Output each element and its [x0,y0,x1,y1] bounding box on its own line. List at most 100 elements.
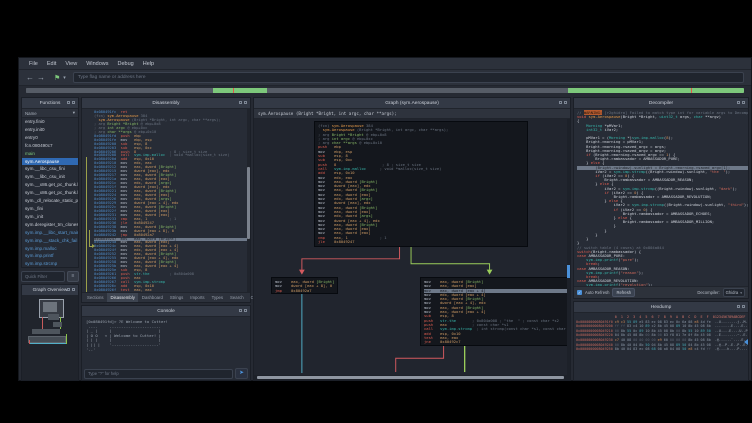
navigation-bar[interactable] [26,88,744,93]
function-item[interactable]: sym.imp.printf [22,252,78,260]
navbar-segment[interactable] [568,88,744,93]
graph-overview-panel: Graph Overview [21,284,79,381]
tab-types[interactable]: Types [209,293,226,302]
function-item[interactable]: sym.Aerospause [22,158,78,166]
function-item[interactable]: sym._dl_relocate_static_pie [22,197,78,205]
hexdump-row[interactable]: 0x0000000008049250 8b 40 04 83 ec 08 68 … [576,347,747,352]
decompiler-lines: // WARNING: [r2ghidra] Failed to match t… [577,111,748,286]
function-item[interactable]: sym.imp.__libc_start_main [22,229,78,237]
function-item[interactable]: fcn.080490c7 [22,142,78,150]
disassembly-panel-header: Disassembly [82,98,250,109]
function-item[interactable]: sym.__libc_csu_fini [22,165,78,173]
tab-dashboard[interactable]: Dashboard [139,293,166,302]
search-placeholder: Type flag name or address here [78,75,146,80]
popout-icon[interactable] [559,101,562,104]
scrollbar-thumb[interactable] [247,167,250,239]
menu-file[interactable]: File [29,61,38,67]
chevron-down-icon[interactable]: ▾ [63,75,66,81]
decompiler-view: // WARNING: [r2ghidra] Failed to match t… [574,109,748,286]
filter-options-button[interactable]: ≡ [67,271,79,282]
hexdump-rows: 0 1 2 3 4 5 6 7 8 9 A B C D E F 01234567… [576,315,747,352]
graph-node-false-branch[interactable]: mov eax, dword [Bright]mov eax, dword [e… [420,277,570,346]
tab-strings[interactable]: Strings [167,293,186,302]
function-item[interactable]: entry.init0 [22,126,78,134]
popout-icon[interactable] [737,101,740,104]
console-send-button[interactable]: ➤ [235,368,248,379]
function-item[interactable]: entry0 [22,134,78,142]
navbar-seek-marker [691,88,693,93]
graph-node-1-lines: (fcn) sym.Aerospause 384 sym.Aerospause … [318,124,524,244]
asm-line[interactable]: jne 0x80492c7 [424,340,570,344]
tab-sections[interactable]: Sections [84,293,106,302]
cutter-window: File Edit View Windows Debug Help ← → ⚑ ▾ Typ… [18,57,752,381]
console-output: [0x080491fd]> ?E Welcome to Cutter! .--.… [82,317,250,367]
navbar-segment[interactable] [267,88,569,93]
asm-line[interactable]: jmp 0x80492a7 [275,289,334,293]
popout-icon[interactable] [239,309,242,312]
asm-line[interactable]: jle 0x8049247 [318,240,524,244]
function-item[interactable]: sym.imp.strcmp [22,260,78,267]
function-item[interactable]: sym.__x86.get_pc_thunk.bx [22,189,78,197]
console-input[interactable]: Type "?" for help [84,369,233,379]
graph-overview-minimap[interactable] [22,296,78,380]
sort-chevron-icon[interactable]: ▾ [73,110,75,116]
close-icon[interactable] [244,101,247,104]
function-item[interactable]: sym.__libc_csu_init [22,173,78,181]
function-item[interactable]: sym.__x86.get_pc_thunk.bp [22,181,78,189]
chevron-down-icon: ▾ [740,291,742,295]
menu-windows[interactable]: Windows [86,61,108,67]
close-icon[interactable] [564,101,567,104]
graph-node-3-lines: mov eax, dword [Bright]mov eax, dword [e… [424,280,570,344]
tab-imports[interactable]: Imports [187,293,207,302]
disassembly-scrollbar[interactable] [247,109,250,292]
hexdump-view[interactable]: 0 1 2 3 4 5 6 7 8 9 A B C D E F 01234567… [574,313,748,380]
close-icon[interactable] [244,309,247,312]
scrollbar-thumb[interactable] [257,376,564,379]
graph-canvas[interactable]: (fcn) sym.Aerospause 384 sym.Aerospause … [254,119,570,375]
function-item[interactable]: entry.fini0 [22,118,78,126]
column-header-label: Name [25,111,37,116]
function-item[interactable]: main [22,150,78,158]
functions-panel: Functions Name ▾ entry.fini0entry.init0e… [21,97,79,268]
refresh-button[interactable]: Refresh [612,288,635,297]
back-button[interactable]: ← [26,74,34,82]
function-item[interactable]: sym.imp.malloc [22,245,78,253]
quick-filter-input[interactable]: Quick Filter [21,271,65,282]
graph-overview-header: Graph Overview [22,285,78,296]
popout-icon[interactable] [737,305,740,308]
disassembly-tab-bar: SectionsDisassemblyDashboardStringsImpor… [82,292,250,302]
decompiler-engine-select[interactable]: Ghidra ▾ [723,288,745,297]
close-icon[interactable] [72,288,75,291]
popout-icon[interactable] [67,288,70,291]
close-icon[interactable] [72,101,75,104]
function-item[interactable]: sym.imp.__stack_chk_fail [22,237,78,245]
function-item[interactable]: sym.deregister_tm_clones [22,221,78,229]
graph-vertical-scrollbar[interactable] [567,119,570,375]
popout-icon[interactable] [67,101,70,104]
navbar-segment[interactable] [213,88,267,93]
close-icon[interactable] [742,305,745,308]
graph-horizontal-scrollbar[interactable] [254,375,570,380]
close-icon[interactable] [742,101,745,104]
menu-help[interactable]: Help [143,61,154,67]
graph-node-true-branch[interactable]: mov eax, dword [Bright]mov dword [eax + … [271,277,338,294]
minimap-node [53,322,62,327]
scrollbar-thumb[interactable] [567,265,570,278]
tab-disassembly[interactable]: Disassembly [107,293,137,302]
auto-refresh-checkbox[interactable] [577,290,582,295]
graph-node-entry[interactable]: (fcn) sym.Aerospause 384 sym.Aerospause … [314,121,528,247]
toolbar: ← → ⚑ ▾ Type flag name or address here [19,70,751,86]
tab-search[interactable]: Search [227,293,247,302]
menu-debug[interactable]: Debug [118,61,134,67]
address-search-input[interactable]: Type flag name or address here [73,72,744,83]
popout-icon[interactable] [239,101,242,104]
navbar-segment[interactable] [26,88,213,93]
function-item[interactable]: sym._fini [22,205,78,213]
menu-view[interactable]: View [65,61,77,67]
disassembly-view: 0x080491fc ret(fcn) sym.Aerospause 384 s… [82,109,250,292]
flag-icon[interactable]: ⚑ [54,74,60,82]
forward-button[interactable]: → [37,74,45,82]
functions-column-header[interactable]: Name ▾ [22,109,78,118]
menu-edit[interactable]: Edit [47,61,56,67]
function-item[interactable]: sym._init [22,213,78,221]
